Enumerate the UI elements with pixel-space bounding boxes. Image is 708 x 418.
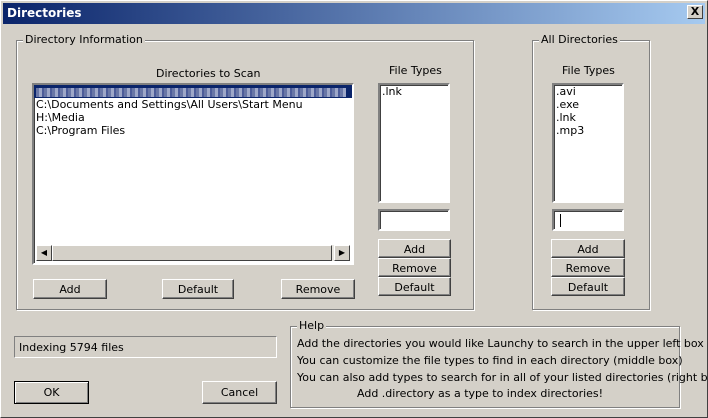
list-item[interactable]: .avi bbox=[554, 85, 622, 98]
add-type-button[interactable]: Add bbox=[378, 239, 451, 258]
all-add-type-button[interactable]: Add bbox=[551, 239, 625, 258]
directories-to-scan-label: Directories to Scan bbox=[156, 67, 261, 80]
close-icon: X bbox=[690, 5, 700, 18]
add-directory-button[interactable]: Add bbox=[33, 279, 107, 299]
help-line-3: You can also add types to search for in … bbox=[297, 371, 708, 384]
list-item[interactable]: C:\Program Files bbox=[34, 124, 352, 137]
all-file-types-label: File Types bbox=[562, 64, 615, 77]
remove-directory-button[interactable]: Remove bbox=[281, 279, 355, 299]
help-group: Help Add the directories you would like … bbox=[290, 319, 708, 408]
cancel-button[interactable]: Cancel bbox=[202, 381, 277, 404]
list-item[interactable]: .lnk bbox=[380, 85, 448, 98]
help-line-1: Add the directories you would like Launc… bbox=[297, 337, 704, 350]
ok-button[interactable]: OK bbox=[14, 381, 89, 404]
directories-dialog: Directories X Directory Information Dire… bbox=[0, 0, 708, 418]
all-file-type-input[interactable] bbox=[552, 209, 624, 231]
all-file-types-list[interactable]: .avi .exe .lnk .mp3 bbox=[552, 83, 624, 203]
all-remove-type-button[interactable]: Remove bbox=[551, 258, 625, 277]
horizontal-scrollbar[interactable]: ◀ ▶ bbox=[36, 245, 350, 261]
list-item[interactable]: .exe bbox=[554, 98, 622, 111]
status-bar: Indexing 5794 files bbox=[14, 336, 277, 358]
scroll-left-button[interactable]: ◀ bbox=[36, 245, 52, 261]
arrow-right-icon: ▶ bbox=[338, 248, 346, 257]
help-legend: Help bbox=[297, 319, 327, 332]
remove-type-button[interactable]: Remove bbox=[378, 258, 451, 277]
list-item[interactable] bbox=[34, 85, 352, 98]
close-button[interactable]: X bbox=[687, 5, 703, 19]
scroll-right-button[interactable]: ▶ bbox=[334, 245, 350, 261]
window-title: Directories bbox=[7, 6, 82, 20]
directories-list[interactable]: C:\Documents and Settings\All Users\Star… bbox=[32, 83, 354, 265]
list-item[interactable]: .lnk bbox=[554, 111, 622, 124]
arrow-left-icon: ◀ bbox=[40, 248, 48, 257]
list-item[interactable]: .mp3 bbox=[554, 124, 622, 137]
redacted-directory bbox=[36, 87, 346, 97]
help-line-2: You can customize the file types to find… bbox=[297, 354, 683, 367]
directory-information-legend: Directory Information bbox=[23, 33, 145, 46]
file-types-label: File Types bbox=[389, 64, 442, 77]
directory-file-type-input[interactable] bbox=[378, 209, 450, 231]
default-directory-button[interactable]: Default bbox=[162, 279, 234, 299]
list-item[interactable]: H:\Media bbox=[34, 111, 352, 124]
all-directories-legend: All Directories bbox=[539, 33, 620, 46]
status-text: Indexing 5794 files bbox=[19, 341, 124, 354]
directory-file-types-list[interactable]: .lnk bbox=[378, 83, 450, 203]
scrollbar-thumb[interactable] bbox=[52, 245, 332, 261]
list-item[interactable]: C:\Documents and Settings\All Users\Star… bbox=[34, 98, 352, 111]
title-bar[interactable]: Directories X bbox=[3, 3, 705, 24]
help-line-4: Add .directory as a type to index direct… bbox=[357, 387, 604, 400]
all-default-type-button[interactable]: Default bbox=[551, 277, 625, 296]
default-type-button[interactable]: Default bbox=[378, 277, 451, 296]
text-caret bbox=[560, 214, 561, 227]
